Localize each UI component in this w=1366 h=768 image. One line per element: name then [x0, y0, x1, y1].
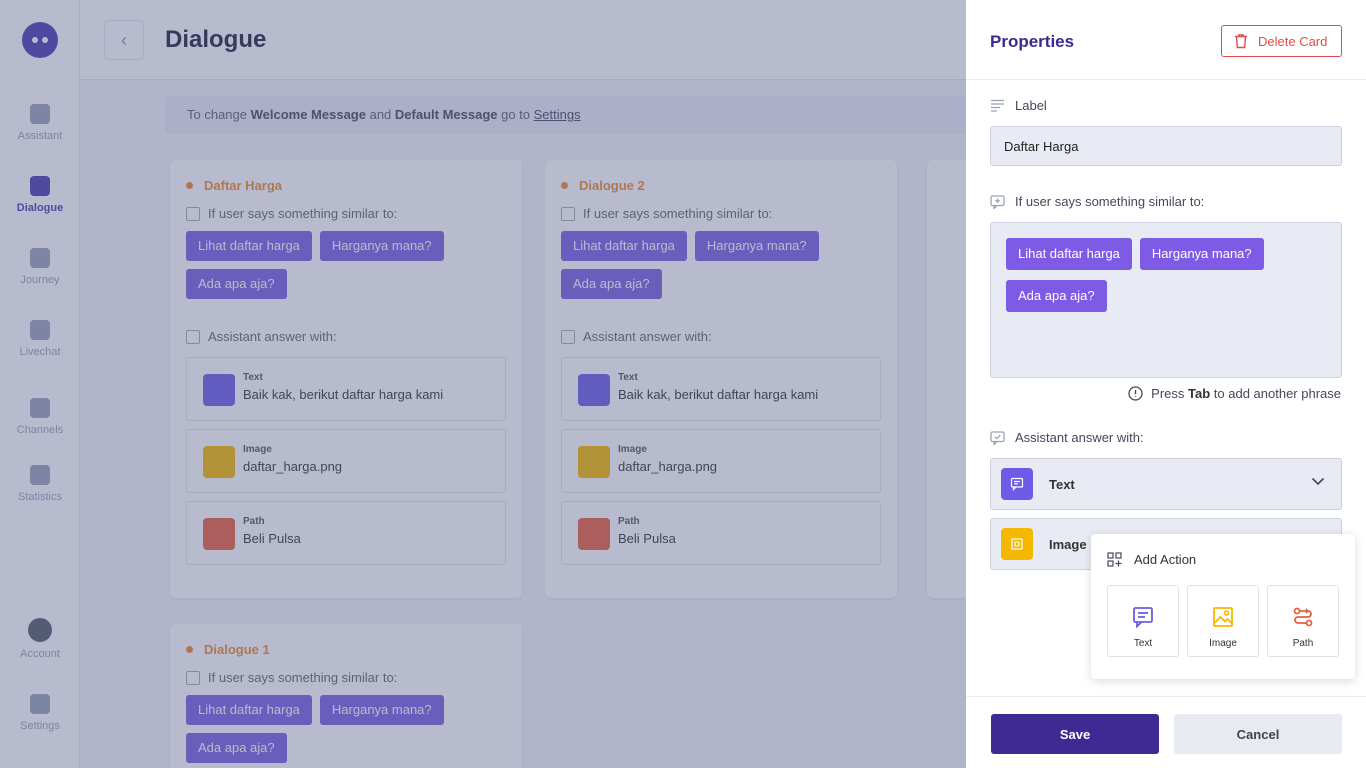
panel-header: Properties Delete Card	[966, 0, 1366, 80]
text-message-icon	[1001, 468, 1033, 500]
info-icon	[1128, 386, 1143, 401]
chevron-down-icon	[1311, 477, 1325, 486]
action-text-dropdown[interactable]: Text	[990, 458, 1342, 510]
chat-check-icon	[990, 430, 1005, 445]
phrases-field-label: If user says something similar to:	[990, 194, 1204, 209]
label-icon	[991, 99, 1004, 112]
image-icon	[1213, 607, 1233, 627]
add-image-action-button[interactable]: Image	[1187, 585, 1259, 657]
add-grid-icon	[1107, 552, 1122, 567]
phrase-chip[interactable]: Ada apa aja?	[1006, 280, 1107, 312]
panel-title: Properties	[990, 32, 1075, 51]
phrase-hint: Press Tab to add another phrase	[1128, 386, 1341, 401]
chat-plus-icon	[990, 194, 1005, 209]
path-icon	[1293, 607, 1313, 627]
trash-icon	[1235, 34, 1247, 49]
phrase-chip[interactable]: Harganya mana?	[1139, 238, 1264, 270]
add-path-action-button[interactable]: Path	[1267, 585, 1339, 657]
text-message-icon	[1133, 607, 1153, 629]
add-action-popover: Add Action Text Image Path	[1091, 534, 1355, 679]
answer-field-label: Assistant answer with:	[990, 430, 1144, 445]
cancel-button[interactable]: Cancel	[1174, 714, 1342, 754]
phrase-chip[interactable]: Lihat daftar harga	[1006, 238, 1132, 270]
panel-footer: Save Cancel	[966, 696, 1366, 768]
label-input[interactable]	[990, 126, 1342, 166]
add-text-action-button[interactable]: Text	[1107, 585, 1179, 657]
phrases-input[interactable]: Lihat daftar harga Harganya mana? Ada ap…	[990, 222, 1342, 378]
save-button[interactable]: Save	[991, 714, 1159, 754]
modal-backdrop[interactable]	[0, 0, 966, 768]
add-action-title: Add Action	[1107, 552, 1196, 567]
label-field-label: Label	[990, 98, 1047, 113]
delete-card-button[interactable]: Delete Card	[1221, 25, 1342, 57]
image-icon	[1001, 528, 1033, 560]
